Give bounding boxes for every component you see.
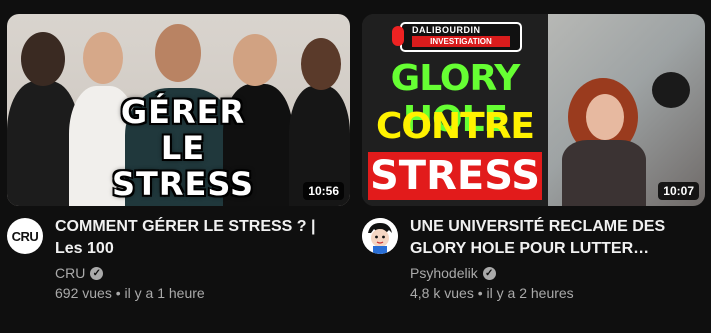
channel-avatar[interactable] <box>362 218 398 254</box>
separator-dot: • <box>477 285 483 301</box>
video-meta: UNE UNIVERSITÉ RECLAME DES GLORY HOLE PO… <box>362 206 705 316</box>
video-meta: CRU COMMENT GÉRER LE STRESS ? | Les 100 … <box>7 206 350 316</box>
video-card[interactable]: DALIBOURDIN INVESTIGATION GLORY HOLE CON… <box>362 14 705 316</box>
person-face <box>586 94 624 140</box>
upload-age: il y a 1 heure <box>124 285 205 301</box>
video-title[interactable]: COMMENT GÉRER LE STRESS ? | Les 100 <box>55 216 345 260</box>
person-head <box>233 34 277 86</box>
thumbnail-text-panel: DALIBOURDIN INVESTIGATION GLORY HOLE CON… <box>362 14 548 206</box>
logo-bottom-text: INVESTIGATION <box>412 36 510 47</box>
separator-dot: • <box>115 285 121 301</box>
channel-name-row: CRU ✓ <box>55 265 104 281</box>
video-card[interactable]: GÉRER LE STRESS 10:56 CRU COMMENT GÉRER … <box>7 14 350 316</box>
channel-logo-badge: DALIBOURDIN INVESTIGATION <box>392 22 522 52</box>
person-head <box>21 32 65 86</box>
person-body <box>562 140 646 206</box>
video-stats: 692 vues • il y a 1 heure <box>55 285 205 301</box>
wall-hole <box>652 72 690 108</box>
check-circle-icon: ✓ <box>482 266 496 280</box>
upload-age: il y a 2 heures <box>486 285 574 301</box>
channel-name-row: Psyhodelik ✓ <box>410 265 496 281</box>
channel-name[interactable]: CRU <box>55 265 85 281</box>
person-head <box>301 38 341 90</box>
view-count: 4,8 k vues <box>410 285 474 301</box>
thumbnail-title-text: GÉRER LE STRESS <box>111 93 255 203</box>
check-circle-icon: ✓ <box>90 266 104 280</box>
video-thumbnail[interactable]: DALIBOURDIN INVESTIGATION GLORY HOLE CON… <box>362 14 705 206</box>
video-stats: 4,8 k vues • il y a 2 heures <box>410 285 574 301</box>
thumbnail-line-3: STRESS <box>368 152 542 200</box>
channel-avatar-text: CRU <box>11 228 39 244</box>
cartoon-face-icon <box>362 218 398 254</box>
person-head <box>155 24 201 82</box>
thumbnail-photo-panel <box>548 14 705 206</box>
view-count: 692 vues <box>55 285 112 301</box>
video-thumbnail[interactable]: GÉRER LE STRESS 10:56 <box>7 14 350 206</box>
logo-top-text: DALIBOURDIN <box>412 25 481 35</box>
video-duration: 10:07 <box>658 182 699 200</box>
video-title[interactable]: UNE UNIVERSITÉ RECLAME DES GLORY HOLE PO… <box>410 216 700 260</box>
video-duration: 10:56 <box>303 182 344 200</box>
channel-avatar[interactable]: CRU <box>7 218 43 254</box>
microphone-icon <box>392 26 404 46</box>
channel-name[interactable]: Psyhodelik <box>410 265 478 281</box>
person-head <box>83 32 123 84</box>
